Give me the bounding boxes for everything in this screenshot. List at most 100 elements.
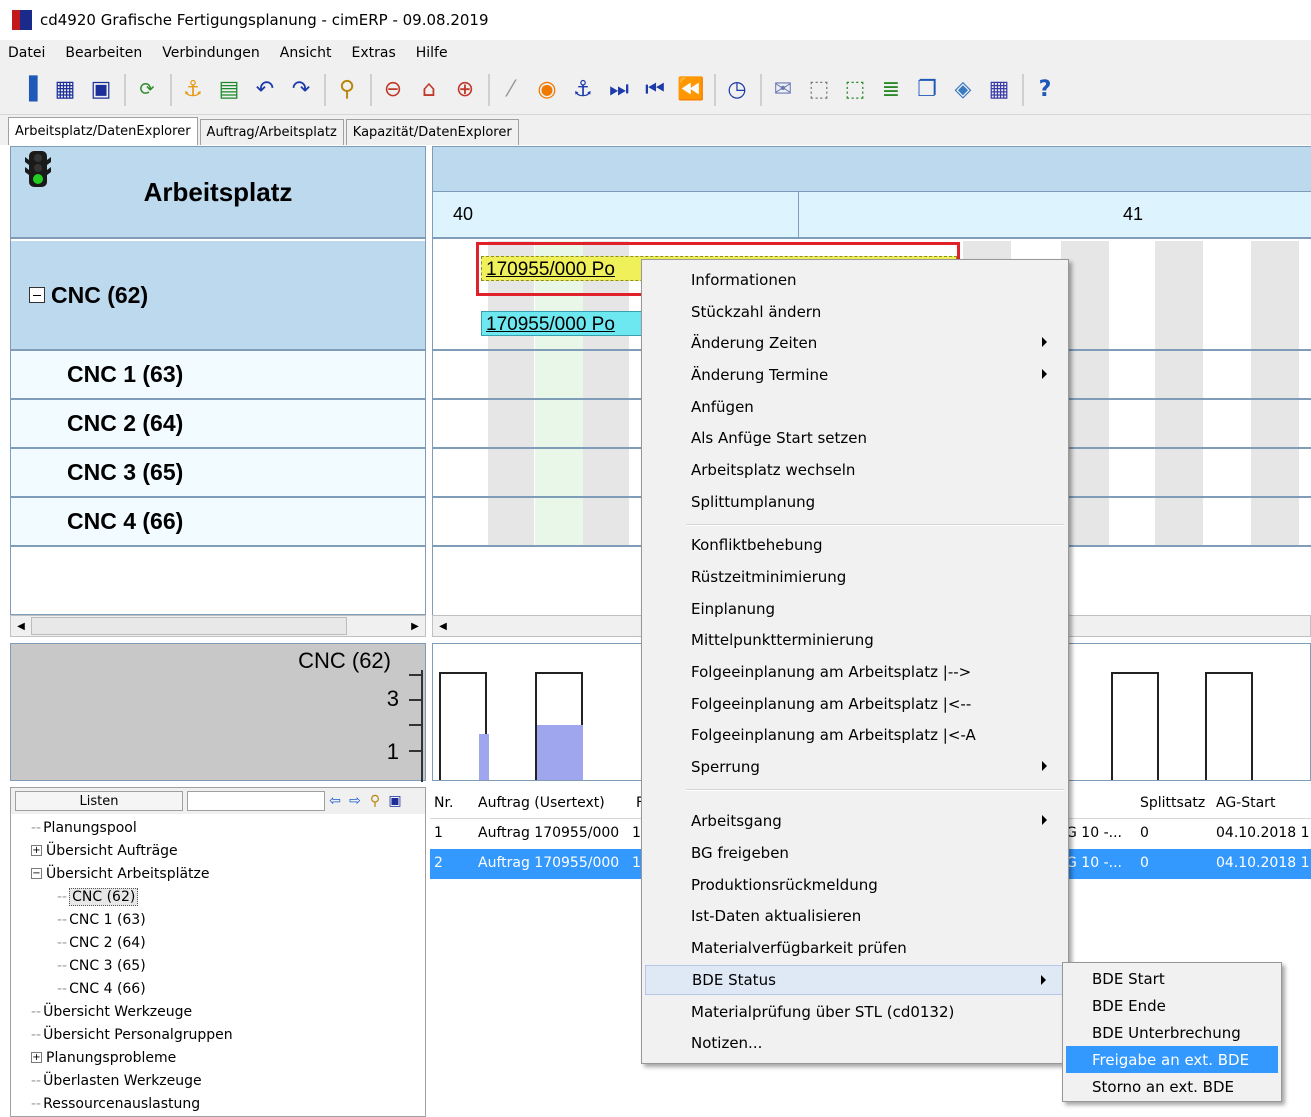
search-icon[interactable]: ⚲	[332, 75, 362, 105]
menu-item-ruestzeitminimierung[interactable]: Rüstzeitminimierung	[645, 562, 1065, 592]
reset-icon[interactable]: ⌂	[414, 75, 444, 105]
anchor-blue-icon[interactable]: ⚓	[568, 75, 598, 105]
resource-row-cnc4[interactable]: CNC 4 (66)	[11, 498, 425, 547]
menu-item-aenderung-zeiten[interactable]: Änderung Zeiten	[645, 328, 1065, 358]
menu-datei[interactable]: Datei	[8, 45, 45, 61]
move-icon[interactable]: ⬚	[804, 75, 834, 105]
arrow-right-icon[interactable]: ⇨	[345, 791, 365, 811]
menu-item-konfliktbehebung[interactable]: Konfliktbehebung	[645, 530, 1065, 560]
menu-item-informationen[interactable]: Informationen	[645, 265, 1065, 295]
collapse-icon[interactable]: −	[31, 868, 42, 879]
scroll-left-icon[interactable]: ◀	[13, 618, 29, 634]
zoom-in-icon[interactable]: ⊕	[450, 75, 480, 105]
scroll-thumb[interactable]	[31, 617, 347, 635]
move-list-icon[interactable]: ≣	[876, 75, 906, 105]
select-area-icon[interactable]: ⬚	[840, 75, 870, 105]
menu-item-ist-daten-aktualisieren[interactable]: Ist-Daten aktualisieren	[645, 901, 1065, 931]
help-icon[interactable]: ?	[1030, 75, 1060, 105]
resource-row-cnc1[interactable]: CNC 1 (63)	[11, 351, 425, 400]
menu-bearbeiten[interactable]: Bearbeiten	[65, 45, 142, 61]
arrow-left-icon[interactable]: ⇦	[325, 791, 345, 811]
column-header-auftrag[interactable]: Auftrag (Usertext)	[478, 795, 605, 811]
timer-icon[interactable]: ◷	[722, 75, 752, 105]
menu-item-einplanung[interactable]: Einplanung	[645, 594, 1065, 624]
menu-item-stueckzahl-aendern[interactable]: Stückzahl ändern	[645, 297, 1065, 327]
resource-group-row[interactable]: CNC (62)	[11, 241, 425, 351]
zoom-out-icon[interactable]: ⊖	[378, 75, 408, 105]
submenu-item-bde-unterbrechung[interactable]: BDE Unterbrechung	[1066, 1019, 1278, 1046]
list-icon[interactable]: ▤	[214, 75, 244, 105]
tree-item-uebersicht-werkzeuge[interactable]: -- Übersicht Werkzeuge	[11, 1000, 425, 1023]
go-start-icon[interactable]: ⏮	[640, 75, 670, 105]
menu-item-anfuegen[interactable]: Anfügen	[645, 392, 1065, 422]
stop-icon[interactable]: ◉	[532, 75, 562, 105]
scroll-right-icon[interactable]: ▶	[407, 618, 423, 634]
submenu-item-bde-ende[interactable]: BDE Ende	[1066, 992, 1278, 1019]
menu-item-als-anfuege-start-setzen[interactable]: Als Anfüge Start setzen	[645, 423, 1065, 453]
menu-hilfe[interactable]: Hilfe	[416, 45, 448, 61]
submenu-item-storno-ext-bde[interactable]: Storno an ext. BDE	[1066, 1073, 1278, 1100]
menu-item-sperrung[interactable]: Sperrung	[645, 752, 1065, 782]
tree-item-ressourcenauslastung[interactable]: -- Ressourcenauslastung	[11, 1092, 425, 1115]
menu-item-notizen[interactable]: Notizen...	[645, 1028, 1065, 1058]
calendar-icon[interactable]: ▦	[984, 75, 1014, 105]
anchor-icon[interactable]: ⚓	[178, 75, 208, 105]
lists-search-input[interactable]	[187, 791, 325, 811]
column-header-splittsatz[interactable]: Splittsatz	[1140, 795, 1205, 811]
resource-horizontal-scrollbar[interactable]: ◀ ▶	[10, 615, 426, 637]
tree-item-uebersicht-auftraege[interactable]: + Übersicht Aufträge	[11, 839, 425, 862]
refresh-icon[interactable]: ⟳	[132, 75, 162, 105]
column-header-ag-start[interactable]: AG-Start	[1216, 795, 1275, 811]
mail-icon[interactable]: ✉	[768, 75, 798, 105]
resource-row-cnc2[interactable]: CNC 2 (64)	[11, 400, 425, 449]
expand-icon[interactable]: +	[31, 845, 42, 856]
search-icon[interactable]: ⚲	[365, 791, 385, 811]
tree-item-ueberlasten-werkzeuge[interactable]: -- Überlasten Werkzeuge	[11, 1069, 425, 1092]
tree-item-planungspool[interactable]: -- Planungspool	[11, 816, 425, 839]
tag-icon[interactable]: ◈	[948, 75, 978, 105]
tree-item-cnc3[interactable]: -- CNC 3 (65)	[11, 954, 425, 977]
tree-item-cnc2[interactable]: -- CNC 2 (64)	[11, 931, 425, 954]
menu-item-folgeeinplanung-zurueck[interactable]: Folgeeinplanung am Arbeitsplatz |<--	[645, 689, 1065, 719]
submenu-item-freigabe-ext-bde[interactable]: Freigabe an ext. BDE	[1066, 1046, 1278, 1073]
menu-item-materialverfuegbarkeit-pruefen[interactable]: Materialverfügbarkeit prüfen	[645, 933, 1065, 963]
go-first-icon[interactable]: ⏪	[676, 75, 706, 105]
collapse-icon[interactable]	[29, 287, 45, 303]
redo-icon[interactable]: ↷	[286, 75, 316, 105]
resource-row-cnc3[interactable]: CNC 3 (65)	[11, 449, 425, 498]
expand-icon[interactable]: +	[31, 1052, 42, 1063]
menu-item-arbeitsgang[interactable]: Arbeitsgang	[645, 806, 1065, 836]
menu-item-mittelpunktterminierung[interactable]: Mittelpunktterminierung	[645, 625, 1065, 655]
save-all-icon[interactable]: ▦	[50, 75, 80, 105]
tree-item-uebersicht-personalgruppen[interactable]: -- Übersicht Personalgruppen	[11, 1023, 425, 1046]
menu-item-folgeeinplanung-vor[interactable]: Folgeeinplanung am Arbeitsplatz |-->	[645, 657, 1065, 687]
tree-item-cnc4[interactable]: -- CNC 4 (66)	[11, 977, 425, 1000]
menu-verbindungen[interactable]: Verbindungen	[162, 45, 260, 61]
menu-ansicht[interactable]: Ansicht	[280, 45, 332, 61]
menu-item-materialpruefung-stl[interactable]: Materialprüfung über STL (cd0132)	[645, 997, 1065, 1027]
tab-kapazitaet-datenexplorer[interactable]: Kapazität/DatenExplorer	[345, 119, 519, 145]
menu-extras[interactable]: Extras	[352, 45, 396, 61]
tree-item-uebersicht-arbeitsplaetze[interactable]: − Übersicht Arbeitsplätze	[11, 862, 425, 885]
menu-item-bde-status[interactable]: BDE Status	[645, 965, 1065, 995]
menu-item-splittumplanung[interactable]: Splittumplanung	[645, 487, 1065, 517]
tree-item-planungsprobleme[interactable]: + Planungsprobleme	[11, 1046, 425, 1069]
submenu-item-bde-start[interactable]: BDE Start	[1066, 965, 1278, 992]
tab-auftrag-arbeitsplatz[interactable]: Auftrag/Arbeitsplatz	[199, 119, 344, 145]
window-icon[interactable]: ❐	[912, 75, 942, 105]
tree-item-cnc62[interactable]: -- CNC (62)	[11, 885, 425, 908]
menu-item-produktionsrueckmeldung[interactable]: Produktionsrückmeldung	[645, 870, 1065, 900]
save-icon[interactable]: ▣	[86, 75, 116, 105]
column-header-nr[interactable]: Nr.	[434, 795, 453, 811]
go-end-icon[interactable]: ⏭	[604, 75, 634, 105]
tab-arbeitsplatz-datenexplorer[interactable]: Arbeitsplatz/DatenExplorer	[8, 117, 198, 145]
menu-item-arbeitsplatz-wechseln[interactable]: Arbeitsplatz wechseln	[645, 455, 1065, 485]
scroll-left-icon[interactable]: ◀	[435, 618, 451, 634]
magic-wand-icon[interactable]: ⁄	[496, 75, 526, 105]
menu-item-bg-freigeben[interactable]: BG freigeben	[645, 838, 1065, 868]
menu-item-aenderung-termine[interactable]: Änderung Termine	[645, 360, 1065, 390]
tree-item-cnc1[interactable]: -- CNC 1 (63)	[11, 908, 425, 931]
undo-icon[interactable]: ↶	[250, 75, 280, 105]
menu-item-folgeeinplanung-a[interactable]: Folgeeinplanung am Arbeitsplatz |<-A	[645, 720, 1065, 750]
save-icon[interactable]: ▣	[385, 791, 405, 811]
